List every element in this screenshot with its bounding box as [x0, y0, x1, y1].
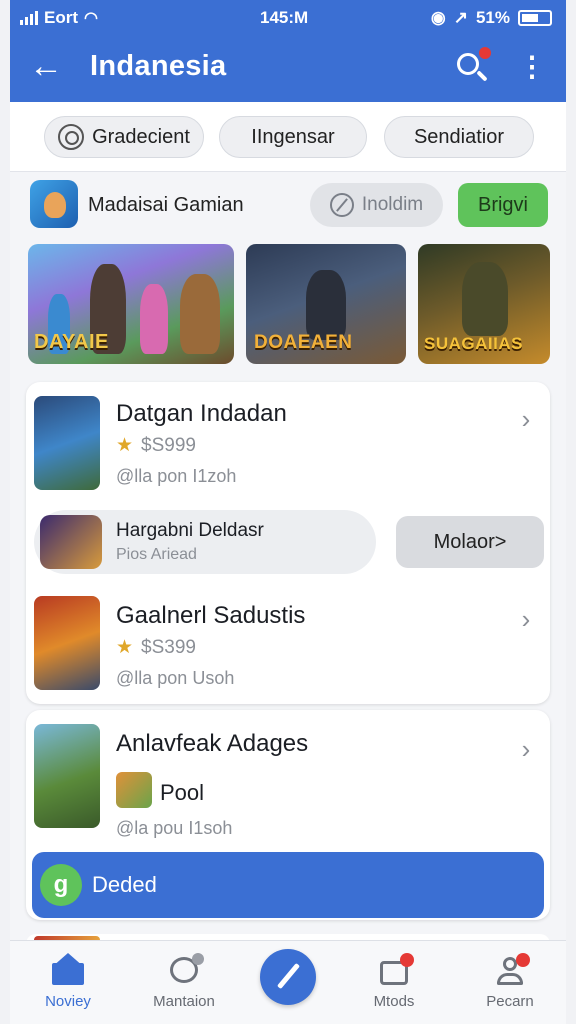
list-item[interactable]: Datgan Indadan ★ $S999 @lla pon I1zoh › [26, 390, 550, 500]
promo-title: Hargabni Deldasr [116, 520, 264, 541]
chat-bubble-icon [168, 953, 204, 987]
list-item[interactable]: Gaalnerl Sadustis ★ $S399 @lla pon Usoh › [26, 590, 550, 700]
chip-sendiatior[interactable]: Sendiatior [384, 116, 534, 158]
battery-percent: 51% [475, 8, 510, 27]
banner-title: SUAGAIIAS [424, 334, 523, 353]
nav-label: Noviey [45, 993, 91, 1010]
pool-label: Pool [160, 780, 205, 805]
banner-title: DOAEAEN [254, 332, 353, 353]
chat-icon [58, 124, 85, 150]
chevron-right-icon[interactable]: › [514, 404, 538, 434]
app-frame: Eort ◠ 145:M ◉ ↗ 51% ← Indanesia ⋮ Grade… [10, 0, 566, 1024]
block-icon [329, 193, 354, 217]
promo-image [40, 515, 102, 569]
star-icon: ★ [116, 435, 134, 456]
search-icon [457, 53, 479, 75]
nav-label: Pecarn [486, 993, 534, 1010]
top-bar: Eort ◠ 145:M ◉ ↗ 51% ← Indanesia ⋮ [10, 0, 566, 102]
wifi-icon: ◠ [84, 10, 98, 27]
location-icon: ◉ [430, 8, 446, 27]
notification-dot [479, 47, 491, 59]
banner-title: DAYAIE [34, 331, 109, 353]
deded-button[interactable]: g Deded [32, 852, 544, 918]
person-icon [494, 953, 530, 987]
home-icon [52, 953, 84, 987]
primary-button[interactable]: Brigvi [458, 183, 548, 227]
chevron-right-icon[interactable]: › [514, 604, 538, 634]
nav-label: Mtods [373, 993, 415, 1010]
nav-label: Mantaion [153, 993, 215, 1010]
nav-item-mantaion[interactable]: Mantaion [134, 949, 234, 1021]
badge [192, 953, 204, 965]
nav-item-pecarn[interactable]: Pecarn [460, 949, 560, 1021]
chip-ingensar[interactable]: IIngensar [219, 116, 367, 158]
status-bar: Eort ◠ 145:M ◉ ↗ 51% [10, 0, 566, 34]
app-name: Datgan Indadan [116, 400, 287, 427]
nav-item-home[interactable]: Noviey [18, 949, 118, 1021]
pool-icon [116, 772, 152, 808]
signal-icon [20, 11, 38, 25]
featured-section: Madaisai Gamian Inoldim Brigvi DAYAIE DO… [10, 172, 566, 377]
more-button[interactable]: Molaor> [396, 516, 544, 568]
page-title: Indanesia [90, 50, 227, 82]
list-item[interactable]: Anlavfeak Adages Pool @la pou I1soh › [26, 718, 550, 838]
more-options-icon[interactable]: ⋮ [514, 48, 550, 88]
deded-button-label: Deded [92, 872, 157, 897]
status-right: ◉ ↗ 51% [431, 8, 552, 28]
badge [516, 953, 530, 967]
app-name: Gaalnerl Sadustis [116, 602, 306, 629]
featured-label: Madaisai Gamian [88, 194, 244, 216]
star-icon: ★ [116, 637, 134, 658]
inbox-icon [378, 953, 414, 987]
banner-1[interactable]: DAYAIE [28, 244, 234, 364]
app-developer: @lla pon I1zoh [116, 466, 237, 486]
back-arrow-icon[interactable]: ← [24, 46, 68, 90]
send-icon: ↗ [453, 8, 468, 27]
app-icon [34, 596, 100, 690]
app-card-2: Anlavfeak Adages Pool @la pou I1soh › g … [26, 710, 550, 920]
app-icon [34, 724, 100, 828]
carrier-label: Eort [44, 8, 78, 27]
chip-label: IIngensar [251, 125, 335, 148]
bottom-nav: Noviey Mantaion Mtods Pecarn [10, 940, 566, 1024]
badge [400, 953, 414, 967]
status-time: 145:M [260, 8, 309, 27]
app-price: ★ $S999 [116, 435, 196, 456]
pen-icon [276, 962, 301, 990]
chevron-right-icon[interactable]: › [514, 734, 538, 764]
featured-app-icon[interactable] [30, 180, 78, 228]
filter-chips: Gradecient IIngensar Sendiatior [10, 102, 566, 172]
secondary-button[interactable]: Inoldim [310, 183, 443, 227]
promo-subtitle: Pios Ariead [116, 546, 197, 563]
app-price: ★ $S399 [116, 637, 196, 658]
chip-label: Sendiatior [413, 125, 505, 148]
chip-label: Gradecient [92, 125, 190, 148]
app-name: Anlavfeak Adages [116, 730, 309, 757]
g-logo-icon: g [40, 864, 82, 906]
nav-item-mtods[interactable]: Mtods [344, 949, 444, 1021]
banner-2[interactable]: DOAEAEN [246, 244, 406, 364]
chip-gradecient[interactable]: Gradecient [44, 116, 204, 158]
battery-icon [518, 10, 552, 26]
app-developer: @la pou I1soh [116, 818, 233, 838]
app-developer: @lla pon Usoh [116, 668, 235, 688]
search-button[interactable] [450, 46, 494, 90]
banner-3[interactable]: SUAGAIIAS [418, 244, 550, 364]
app-icon [34, 396, 100, 490]
promo-banner[interactable]: Hargabni Deldasr Pios Ariead [34, 510, 376, 574]
app-list-card: Datgan Indadan ★ $S999 @lla pon I1zoh › H… [26, 382, 550, 704]
compose-fab[interactable] [260, 949, 316, 1005]
app-bar: ← Indanesia ⋮ [10, 34, 566, 102]
secondary-button-label: Inoldim [361, 194, 424, 215]
status-left: Eort ◠ [20, 8, 98, 28]
